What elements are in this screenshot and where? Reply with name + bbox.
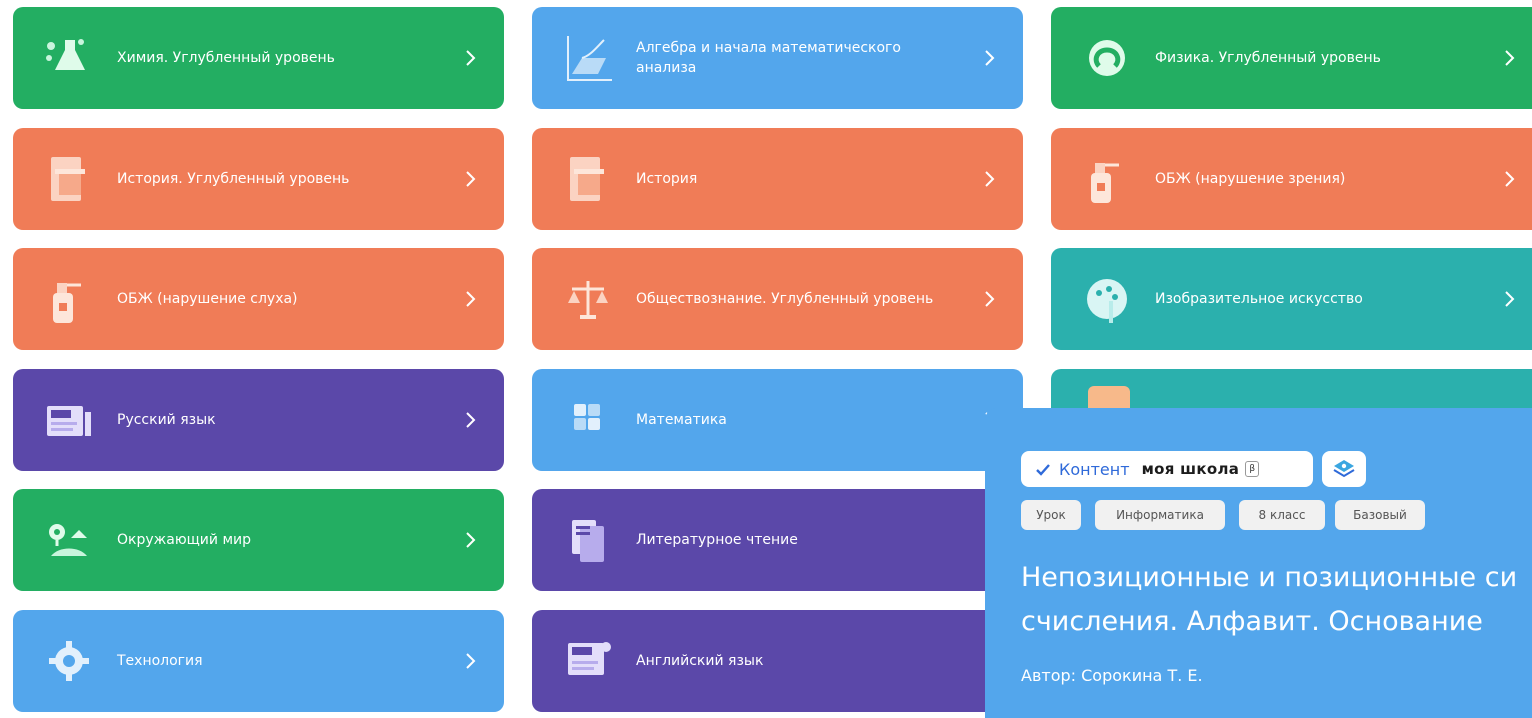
subject-label: Физика. Углубленный уровень: [1155, 50, 1381, 66]
subject-label: Изобразительное искусство: [1155, 291, 1363, 307]
books-icon: [556, 512, 620, 568]
lesson-card[interactable]: Контент моя школа β Урок Информатика 8 к…: [985, 408, 1532, 718]
tag-type: Урок: [1021, 500, 1081, 530]
chevron-right-icon: [985, 50, 995, 66]
lesson-title-line1: Непозиционные и позиционные си: [1021, 562, 1518, 593]
book-column-icon: [556, 151, 620, 207]
subject-card-chemistry[interactable]: Химия. Углубленный уровень: [13, 7, 504, 109]
chevron-right-icon: [466, 653, 476, 669]
chevron-right-icon: [466, 291, 476, 307]
subject-card-obzh-vision[interactable]: ОБЖ (нарушение зрения): [1051, 128, 1532, 230]
chevron-right-icon: [466, 50, 476, 66]
math-blocks-icon: [556, 392, 620, 448]
subject-card-technology[interactable]: Технология: [13, 610, 504, 712]
chevron-right-icon: [466, 412, 476, 428]
content-brand-badge[interactable]: Контент моя школа β: [1021, 451, 1313, 487]
subject-card-english[interactable]: Английский язык: [532, 610, 1023, 712]
subject-card-literary-reading[interactable]: Литературное чтение: [532, 489, 1023, 591]
subject-label: ОБЖ (нарушение слуха): [117, 291, 298, 307]
chevron-right-icon: [466, 532, 476, 548]
chevron-right-icon: [1505, 171, 1515, 187]
tag-subject: Информатика: [1095, 500, 1225, 530]
subject-card-physics[interactable]: Физика. Углубленный уровень: [1051, 7, 1532, 109]
subject-label: Обществознание. Углубленный уровень: [636, 291, 934, 307]
subject-label: История. Углубленный уровень: [117, 171, 350, 187]
chevron-right-icon: [1505, 291, 1515, 307]
palette-icon: [1075, 271, 1139, 327]
book-column-icon: [37, 151, 101, 207]
subject-card-fine-arts[interactable]: Изобразительное искусство: [1051, 248, 1532, 350]
chemistry-flask-icon: [37, 30, 101, 86]
chevron-right-icon: [985, 171, 995, 187]
subject-label: Технология: [117, 653, 203, 669]
check-icon: [1035, 462, 1051, 476]
subject-card-social-studies[interactable]: Обществознание. Углубленный уровень: [532, 248, 1023, 350]
subject-card-math[interactable]: Математика: [532, 369, 1023, 471]
chevron-right-icon: [1505, 50, 1515, 66]
scales-icon: [556, 271, 620, 327]
subject-label: ОБЖ (нарушение зрения): [1155, 171, 1346, 187]
tag-level: Базовый: [1335, 500, 1425, 530]
fire-extinguisher-icon: [1075, 151, 1139, 207]
chevron-right-icon: [985, 291, 995, 307]
lesson-title[interactable]: Непозиционные и позиционные си счисления…: [1021, 556, 1532, 644]
tag-grade: 8 класс: [1239, 500, 1325, 530]
graph-icon: [556, 30, 620, 86]
subject-label: История: [636, 171, 698, 187]
nature-icon: [37, 512, 101, 568]
subject-label: Литературное чтение: [636, 532, 798, 548]
subject-card-world-around[interactable]: Окружающий мир: [13, 489, 504, 591]
subject-label: Окружающий мир: [117, 532, 252, 548]
subject-label: Английский язык: [636, 653, 764, 669]
subject-label: Русский язык: [117, 412, 216, 428]
subject-card-history[interactable]: История: [532, 128, 1023, 230]
subject-card-obzh-hearing[interactable]: ОБЖ (нарушение слуха): [13, 248, 504, 350]
lesson-author: Автор: Сорокина Т. Е.: [1021, 666, 1203, 685]
magnet-icon: [1075, 30, 1139, 86]
lesson-title-line2: счисления. Алфавит. Основание: [1021, 606, 1483, 637]
subject-label: Химия. Углубленный уровень: [117, 50, 335, 66]
russian-alphabet-icon: [37, 392, 101, 448]
subject-label: Математика: [636, 412, 727, 428]
subject-card-history-advanced[interactable]: История. Углубленный уровень: [13, 128, 504, 230]
subject-label: Алгебра и начала математического анализа: [636, 40, 901, 76]
brand-kontent: Контент: [1059, 459, 1130, 479]
gear-icon: [37, 633, 101, 689]
subject-card-algebra[interactable]: Алгебра и начала математического анализа: [532, 7, 1023, 109]
layers-icon: [1333, 460, 1355, 478]
chevron-right-icon: [466, 171, 476, 187]
layers-button[interactable]: [1322, 451, 1366, 487]
subject-card-russian[interactable]: Русский язык: [13, 369, 504, 471]
fire-extinguisher-icon: [37, 271, 101, 327]
beta-badge: β: [1245, 461, 1260, 477]
english-alphabet-icon: [556, 633, 620, 689]
brand-school: моя школа: [1141, 460, 1240, 478]
